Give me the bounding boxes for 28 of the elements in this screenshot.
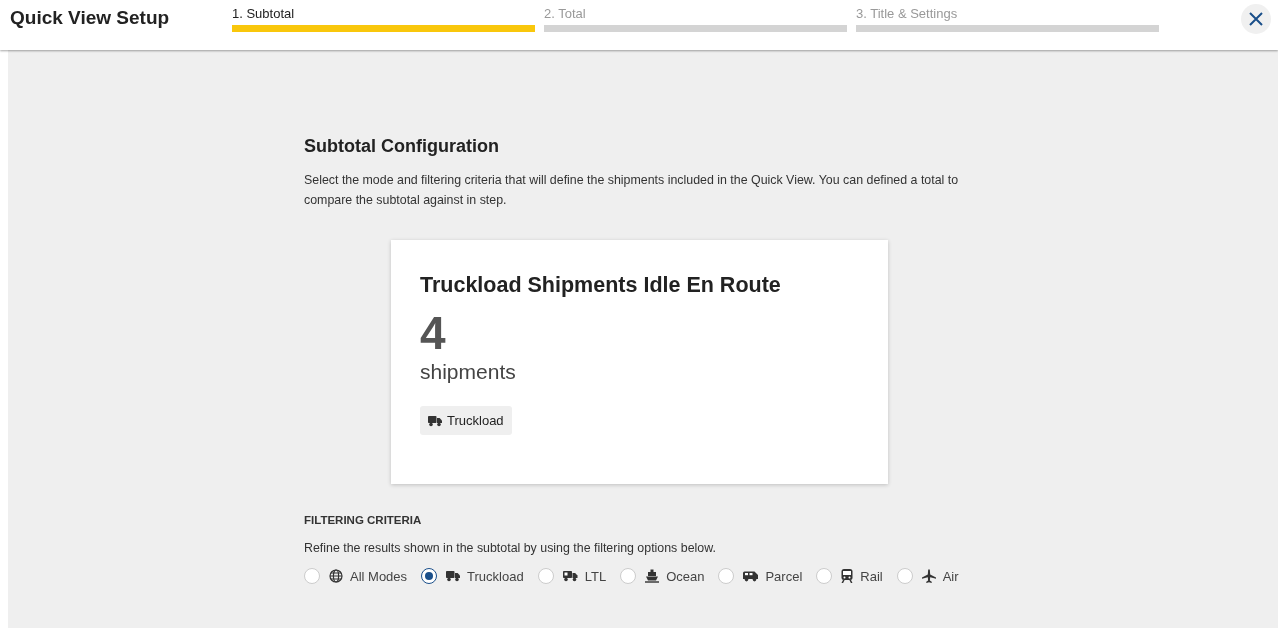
close-button[interactable]	[1241, 4, 1271, 34]
globe-icon	[329, 569, 343, 583]
step-tab[interactable]: 1. Subtotal	[232, 6, 535, 32]
plane-icon	[921, 569, 936, 583]
van-icon	[743, 570, 759, 582]
shipment-count: 4	[420, 310, 447, 356]
ship-icon	[645, 569, 660, 583]
section-description: Select the mode and filtering criteria that will define the shipments included in the Quick View. You can defined a total to compare the subtotal against in step.	[304, 172, 960, 209]
count-unit: shipments	[420, 360, 517, 384]
close-icon	[1249, 12, 1263, 26]
mode-label[interactable]: Ocean	[666, 568, 705, 584]
filter-heading: FILTERING CRITERIA	[304, 514, 423, 526]
radio-button[interactable]	[421, 568, 438, 584]
truck-icon	[446, 570, 461, 582]
section-title: Subtotal Configuration	[304, 136, 500, 157]
page-title: Quick View Setup	[10, 7, 171, 29]
card-title: Truckload Shipments Idle En Route	[420, 273, 782, 298]
mode-tag: Truckload	[420, 406, 512, 435]
filter-description: Refine the results shown in the subtotal by using the filtering options below.	[304, 541, 717, 555]
mode-label[interactable]: Truckload	[467, 568, 524, 584]
mode-label[interactable]: Parcel	[765, 568, 803, 584]
train-icon	[841, 569, 854, 583]
truck-icon	[562, 570, 578, 582]
mode-label[interactable]: Air	[942, 568, 959, 584]
mode-label[interactable]: LTL	[584, 568, 607, 584]
mode-label[interactable]: Rail	[860, 568, 883, 584]
truck-icon	[428, 414, 442, 427]
mode-label[interactable]: All Modes	[350, 568, 408, 584]
